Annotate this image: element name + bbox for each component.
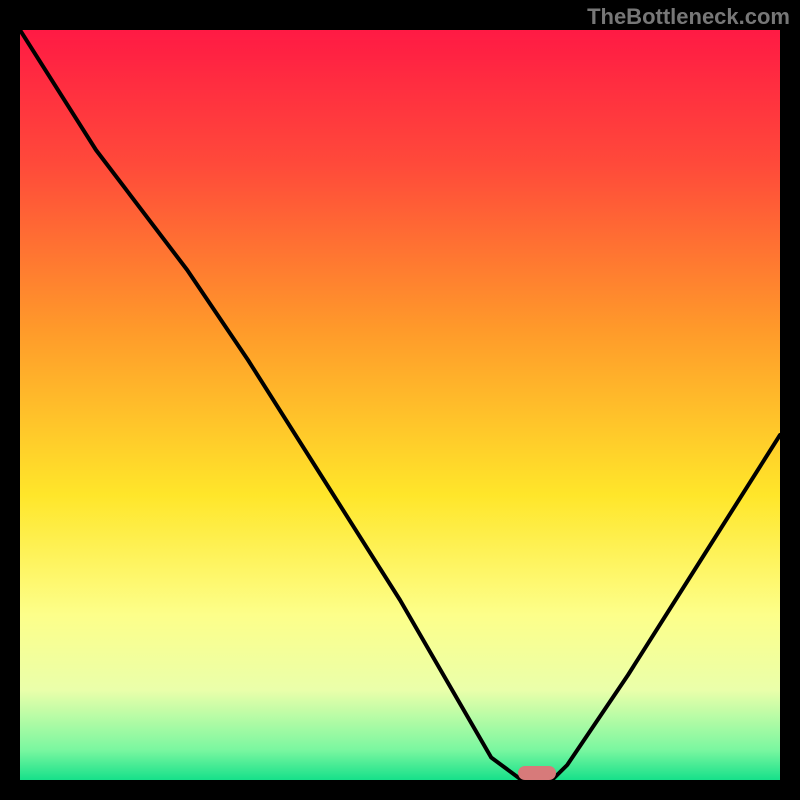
watermark: TheBottleneck.com <box>587 4 790 30</box>
plot-area <box>20 30 780 780</box>
optimum-marker <box>518 766 556 780</box>
chart-container: TheBottleneck.com <box>0 0 800 800</box>
bottleneck-curve <box>20 30 780 780</box>
curve-layer <box>20 30 780 780</box>
